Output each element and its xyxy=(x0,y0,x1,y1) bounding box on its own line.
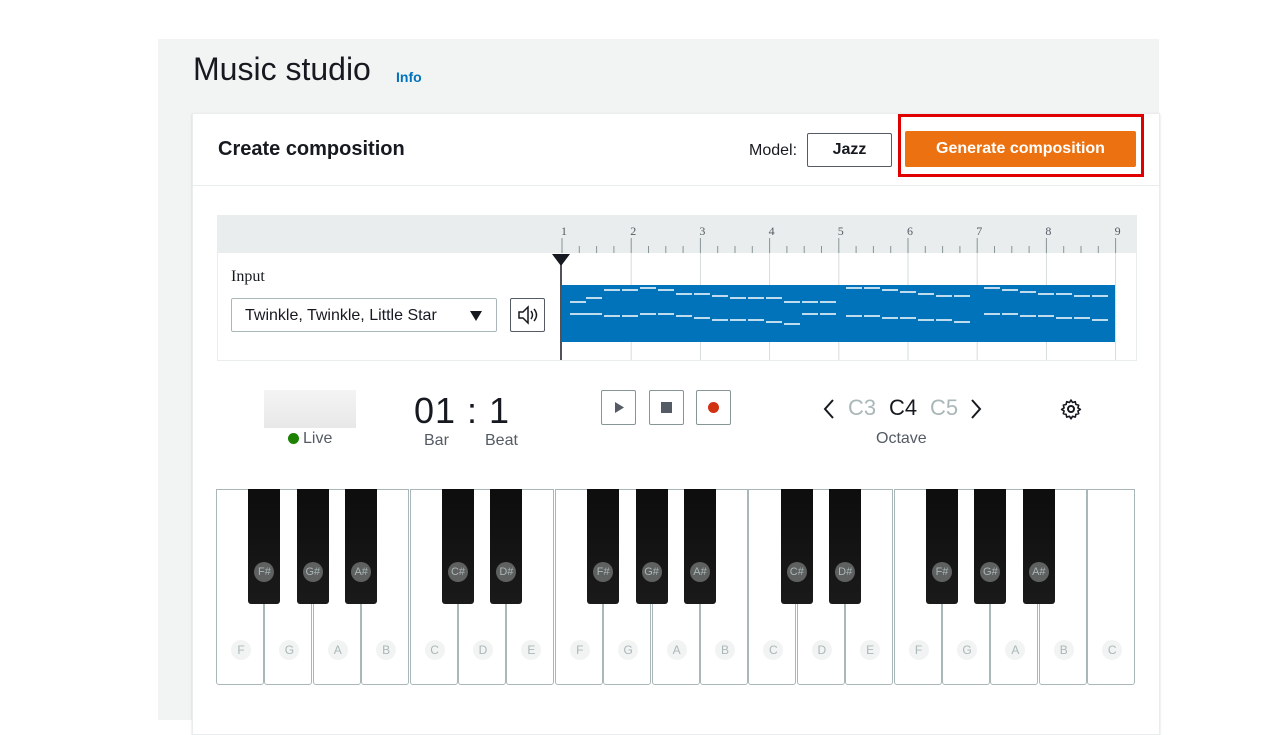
white-key-c[interactable]: C xyxy=(1087,489,1136,685)
black-key-fsharp[interactable]: F# xyxy=(926,489,958,604)
record-button[interactable] xyxy=(696,390,731,425)
black-key-label: F# xyxy=(593,562,614,582)
white-key-label: A xyxy=(327,640,348,660)
black-key-label: G# xyxy=(641,562,662,582)
white-key-label: F xyxy=(569,640,590,660)
ruler-number: 2 xyxy=(630,224,636,238)
ruler-number: 9 xyxy=(1115,224,1121,238)
ruler-number: 7 xyxy=(976,224,982,238)
info-link[interactable]: Info xyxy=(396,69,422,85)
ruler-number: 5 xyxy=(838,224,844,238)
record-icon xyxy=(708,402,719,413)
stop-icon xyxy=(661,402,672,413)
playhead-handle[interactable] xyxy=(552,254,570,266)
white-key-label: B xyxy=(715,640,735,660)
white-key-label: B xyxy=(1053,640,1074,660)
ruler-number: 1 xyxy=(561,224,567,238)
black-key-label: D# xyxy=(496,562,517,582)
white-key-label: F xyxy=(231,640,251,660)
black-key-csharp[interactable]: C# xyxy=(442,489,474,604)
generate-composition-button[interactable]: Generate composition xyxy=(905,131,1136,167)
white-key-label: E xyxy=(521,640,542,660)
speaker-button[interactable] xyxy=(510,298,545,332)
speaker-icon xyxy=(518,305,538,325)
white-key-label: G xyxy=(957,640,977,660)
octave-c3[interactable]: C3 xyxy=(848,395,876,421)
octave-c4[interactable]: C4 xyxy=(889,395,917,421)
black-key-asharp[interactable]: A# xyxy=(1022,489,1055,604)
card-title: Create composition xyxy=(218,138,405,160)
black-key-dsharp[interactable]: D# xyxy=(490,489,523,604)
caret-down-icon xyxy=(470,311,482,321)
black-key-label: G# xyxy=(302,562,323,582)
black-key-dsharp[interactable]: D# xyxy=(829,489,862,604)
chevron-left-icon[interactable] xyxy=(821,398,837,420)
time-display: 01 : 1 xyxy=(414,390,511,431)
stop-button[interactable] xyxy=(649,390,684,425)
timeline-svg: 1 2 3 4 5 6 7 8 9 xyxy=(552,224,1121,360)
white-key-label: B xyxy=(376,640,397,660)
white-key-label: F xyxy=(908,640,929,660)
chevron-right-icon[interactable] xyxy=(968,398,984,420)
beat-label: Beat xyxy=(485,432,518,449)
white-key-label: C xyxy=(424,640,445,660)
ruler-ticks: 1 2 3 4 5 6 7 8 9 xyxy=(561,224,1121,253)
white-key-label: C xyxy=(763,640,784,660)
white-key-label: A xyxy=(1005,640,1026,660)
live-preview xyxy=(264,390,356,428)
play-button[interactable] xyxy=(601,390,636,425)
ruler-number: 4 xyxy=(769,224,775,238)
piano-keyboard: F G A B C D E F G A B C D E F G A B C F# G# A# C# D# F# G# A# C# D# F… xyxy=(216,489,1136,686)
ruler-number: 8 xyxy=(1045,224,1051,238)
black-key-label: F# xyxy=(932,562,952,582)
black-key-label: A# xyxy=(351,562,372,582)
black-key-label: C# xyxy=(448,562,468,582)
input-select-value: Twinkle, Twinkle, Little Star xyxy=(245,307,437,324)
white-key-label: C xyxy=(1102,640,1123,660)
play-icon xyxy=(615,402,624,413)
model-select-button[interactable]: Jazz xyxy=(807,133,892,167)
model-label: Model: xyxy=(749,142,798,159)
black-key-label: F# xyxy=(254,562,275,582)
track-area: 1 2 3 4 5 6 7 8 9 Input Twinkle, Twinkle, Little… xyxy=(217,215,1137,361)
input-label: Input xyxy=(231,268,265,285)
black-key-gsharp[interactable]: G# xyxy=(635,489,668,604)
white-key-label: D xyxy=(811,640,832,660)
black-key-fsharp[interactable]: F# xyxy=(248,489,281,604)
white-key-label: G xyxy=(618,640,639,660)
black-key-label: C# xyxy=(786,562,807,582)
black-key-label: A# xyxy=(690,562,710,582)
black-key-asharp[interactable]: A# xyxy=(684,489,716,604)
black-key-label: D# xyxy=(835,562,856,582)
black-key-fsharp[interactable]: F# xyxy=(587,489,620,604)
black-key-gsharp[interactable]: G# xyxy=(974,489,1007,604)
black-key-label: G# xyxy=(980,562,1001,582)
ruler-number: 6 xyxy=(907,224,913,238)
white-key-label: A xyxy=(666,640,687,660)
black-key-label: A# xyxy=(1028,562,1049,582)
input-select[interactable]: Twinkle, Twinkle, Little Star xyxy=(231,298,497,332)
black-key-asharp[interactable]: A# xyxy=(345,489,378,604)
white-key-label: E xyxy=(860,640,881,660)
white-key-label: G xyxy=(279,640,300,660)
octave-label: Octave xyxy=(876,430,927,447)
black-key-csharp[interactable]: C# xyxy=(780,489,813,604)
gear-icon[interactable] xyxy=(1060,398,1082,420)
live-label: Live xyxy=(303,430,333,447)
ruler-number: 3 xyxy=(699,224,705,238)
bar-label: Bar xyxy=(424,432,449,449)
page-title: Music studio xyxy=(193,51,371,87)
black-key-gsharp[interactable]: G# xyxy=(296,489,329,604)
live-status-dot xyxy=(288,433,299,444)
card-header: Create composition Model: Jazz Generate … xyxy=(193,114,1159,186)
white-key-label: D xyxy=(473,640,493,660)
octave-c5[interactable]: C5 xyxy=(930,395,958,421)
